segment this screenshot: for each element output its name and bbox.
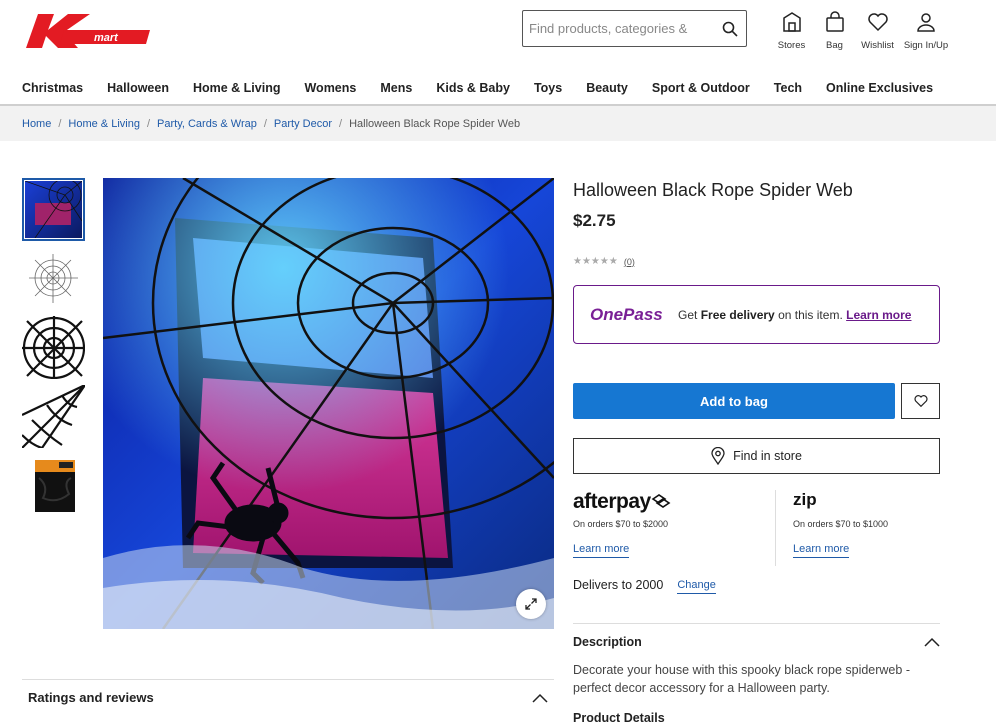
onepass-prefix: Get <box>678 307 698 322</box>
stores-link[interactable]: Stores <box>770 10 813 51</box>
heart-icon <box>867 13 888 32</box>
heart-icon <box>913 395 928 408</box>
nav-item-beauty[interactable]: Beauty <box>586 81 628 95</box>
breadcrumb-home-living[interactable]: Home & Living <box>68 118 140 130</box>
main-nav: Christmas Halloween Home & Living Womens… <box>22 81 957 95</box>
onepass-banner: OnePass Get Free delivery on this item. … <box>573 285 940 344</box>
nav-item-online-exclusives[interactable]: Online Exclusives <box>826 81 933 95</box>
thumbnail-1[interactable] <box>22 178 85 241</box>
thumbnail-3[interactable] <box>22 316 85 379</box>
zip-info: zip On orders $70 to $1000 Learn more <box>775 490 940 566</box>
nav-item-toys[interactable]: Toys <box>534 81 562 95</box>
ratings-heading: Ratings and reviews <box>28 690 154 705</box>
afterpay-arrows-icon <box>651 494 671 508</box>
change-location-link[interactable]: Change <box>677 579 716 594</box>
breadcrumb-home[interactable]: Home <box>22 118 51 130</box>
description-header[interactable]: Description <box>573 635 940 649</box>
bag-icon <box>825 11 844 32</box>
expand-icon <box>525 598 537 610</box>
afterpay-orders: On orders $70 to $2000 <box>573 519 669 529</box>
store-icon <box>782 12 801 32</box>
nav-item-mens[interactable]: Mens <box>380 81 412 95</box>
signin-link[interactable]: Sign In/Up <box>899 10 953 51</box>
svg-text:mart: mart <box>94 32 119 44</box>
onepass-text: Get Free delivery on this item. Learn mo… <box>678 308 918 322</box>
breadcrumb-separator: / <box>263 117 267 130</box>
afterpay-logo: afterpay <box>573 490 756 516</box>
description-section: Description Decorate your house with thi… <box>573 623 940 723</box>
product-title: Halloween Black Rope Spider Web <box>573 180 853 200</box>
bag-label: Bag <box>826 40 843 51</box>
nav-item-christmas[interactable]: Christmas <box>22 81 83 95</box>
star-icons: ★★★★★ <box>573 256 618 267</box>
breadcrumb-party-decor[interactable]: Party Decor <box>274 118 332 130</box>
onepass-suffix: on this item. <box>778 307 843 322</box>
find-in-store-label: Find in store <box>733 449 802 463</box>
rating-stars[interactable]: ★★★★★ (0) <box>573 256 635 267</box>
nav-item-kids-baby[interactable]: Kids & Baby <box>436 81 510 95</box>
chevron-up-icon <box>924 637 940 647</box>
nav-item-tech[interactable]: Tech <box>774 81 802 95</box>
add-to-bag-button[interactable]: Add to bag <box>573 383 895 419</box>
product-details-heading[interactable]: Product Details <box>573 711 940 723</box>
onepass-logo: OnePass <box>590 304 663 324</box>
product-main-image[interactable] <box>103 178 554 629</box>
zip-learn-more[interactable]: Learn more <box>793 543 850 558</box>
signin-label: Sign In/Up <box>903 40 949 51</box>
chevron-up-icon <box>532 693 548 703</box>
bag-link[interactable]: Bag <box>813 10 856 51</box>
thumbnail-4[interactable] <box>22 385 85 448</box>
delivery-location: Delivers to 2000 Change <box>573 578 716 594</box>
stores-label: Stores <box>777 40 806 51</box>
afterpay-learn-more[interactable]: Learn more <box>573 543 630 558</box>
breadcrumb-party-cards-wrap[interactable]: Party, Cards & Wrap <box>157 118 257 130</box>
breadcrumb-separator: / <box>58 117 62 130</box>
expand-image-button[interactable] <box>516 589 546 619</box>
search-input[interactable] <box>523 11 714 46</box>
zip-logo: zip <box>793 490 817 509</box>
thumbnail-list <box>22 178 85 523</box>
description-body: Decorate your house with this spooky bla… <box>573 663 910 695</box>
nav-item-womens[interactable]: Womens <box>304 81 356 95</box>
breadcrumb-separator: / <box>146 117 151 130</box>
nav-item-home-living[interactable]: Home & Living <box>193 81 281 95</box>
search-box[interactable] <box>522 10 747 47</box>
description-heading: Description <box>573 635 642 649</box>
product-price: $2.75 <box>573 211 616 230</box>
thumbnail-2[interactable] <box>22 247 85 310</box>
afterpay-info: afterpay On orders $70 to $2000 Learn mo… <box>573 490 756 558</box>
user-icon <box>917 13 935 32</box>
delivery-text: Delivers to 2000 <box>573 578 664 592</box>
afterpay-logo-text: afterpay <box>573 490 651 513</box>
onepass-learn-more[interactable]: Learn more <box>846 308 911 322</box>
onepass-free-delivery: Free delivery <box>700 307 775 322</box>
wishlist-link[interactable]: Wishlist <box>856 10 899 51</box>
find-in-store-button[interactable]: Find in store <box>573 438 940 474</box>
ratings-reviews-section[interactable]: Ratings and reviews <box>22 679 554 705</box>
breadcrumb-separator: / <box>339 117 343 130</box>
search-icon[interactable] <box>714 11 746 46</box>
kmart-logo[interactable]: mart <box>24 10 152 50</box>
zip-orders: On orders $70 to $1000 <box>793 519 889 529</box>
add-to-wishlist-button[interactable] <box>901 383 940 419</box>
rating-count[interactable]: (0) <box>624 257 635 267</box>
product-details-panel: Halloween Black Rope Spider Web $2.75 ★★… <box>573 180 940 723</box>
wishlist-label: Wishlist <box>861 40 894 51</box>
thumbnail-5[interactable] <box>22 454 85 517</box>
nav-item-halloween[interactable]: Halloween <box>107 81 169 95</box>
breadcrumb-current: Halloween Black Rope Spider Web <box>349 117 521 130</box>
location-pin-icon <box>711 447 725 465</box>
breadcrumb: Home / Home & Living / Party, Cards & Wr… <box>0 106 996 141</box>
nav-item-sport-outdoor[interactable]: Sport & Outdoor <box>652 81 750 95</box>
